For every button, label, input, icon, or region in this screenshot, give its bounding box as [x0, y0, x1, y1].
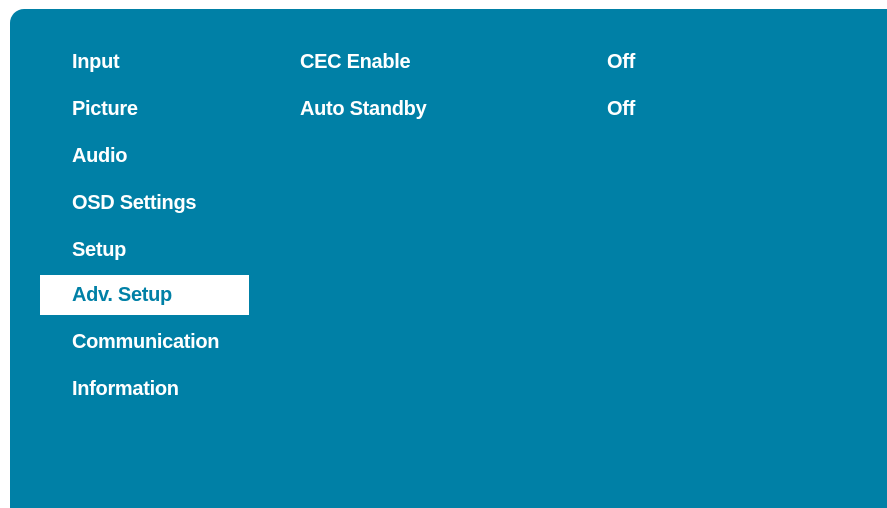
menu-item-setup[interactable]: Setup	[40, 228, 249, 272]
setting-label-auto-standby: Auto Standby	[300, 97, 427, 120]
menu-item-audio[interactable]: Audio	[40, 134, 249, 178]
menu-item-input[interactable]: Input	[40, 40, 249, 84]
setting-label-cec-enable: CEC Enable	[300, 50, 411, 73]
settings-list: CEC Enable Off Auto Standby Off	[300, 40, 860, 134]
setting-value-auto-standby[interactable]: Off	[607, 98, 860, 121]
menu-item-information[interactable]: Information	[40, 367, 249, 411]
main-menu: Input Picture Audio OSD Settings Setup A…	[40, 40, 249, 414]
setting-value-cec-enable[interactable]: Off	[607, 51, 860, 74]
setting-row-auto-standby[interactable]: Auto Standby Off	[300, 87, 860, 131]
menu-item-picture[interactable]: Picture	[40, 87, 249, 131]
setting-row-cec-enable[interactable]: CEC Enable Off	[300, 40, 860, 84]
menu-item-adv-setup[interactable]: Adv. Setup	[40, 275, 249, 315]
menu-item-osd-settings[interactable]: OSD Settings	[40, 181, 249, 225]
osd-menu-panel: Input Picture Audio OSD Settings Setup A…	[10, 9, 887, 508]
menu-item-communication[interactable]: Communication	[40, 320, 249, 364]
